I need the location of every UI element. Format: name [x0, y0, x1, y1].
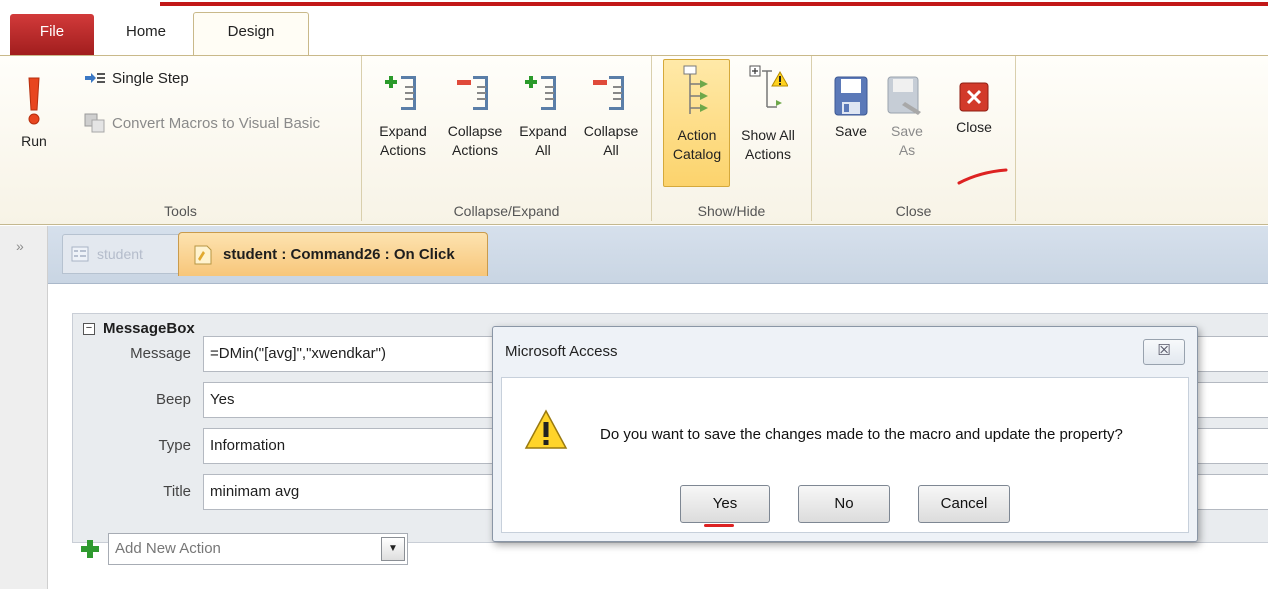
ribbon-tab-bar: File Home Design — [0, 8, 1268, 57]
expand-all-label-2: All — [535, 142, 551, 158]
save-button[interactable]: Save — [826, 76, 876, 141]
dialog-body: Do you want to save the changes made to … — [501, 377, 1189, 533]
form-icon — [71, 246, 89, 262]
red-annotation-yes — [704, 524, 734, 527]
dropdown-arrow-icon[interactable]: ▼ — [381, 537, 405, 561]
tab-file[interactable]: File — [10, 14, 94, 56]
title-stripe — [0, 0, 1268, 8]
expand-nav-icon[interactable]: » — [16, 238, 24, 254]
arg-label-type: Type — [158, 437, 191, 454]
collapse-actions-label-2: Actions — [452, 142, 498, 158]
expand-all-label-1: Expand — [519, 123, 567, 139]
group-collapse-expand: Expand Actions Collapse Actions Expand A… — [362, 56, 652, 221]
group-show-hide: Action Catalog Show All Actions Show/Hid… — [652, 56, 812, 221]
action-catalog-icon — [683, 65, 708, 114]
document-tab-bar: student student : Command26 : On Click — [48, 226, 1268, 284]
add-new-action-row: Add New Action ▼ — [80, 533, 408, 565]
collapse-actions-button[interactable]: Collapse Actions — [440, 72, 510, 160]
expand-actions-label-1: Expand — [379, 123, 427, 139]
save-label: Save — [835, 123, 867, 139]
action-catalog-button[interactable]: Action Catalog — [664, 64, 730, 164]
cancel-button[interactable]: Cancel — [918, 485, 1010, 523]
action-catalog-label-2: Catalog — [672, 146, 722, 162]
save-as-icon — [887, 76, 921, 115]
collapse-actions-icon — [457, 76, 488, 110]
macro-icon — [194, 245, 212, 264]
add-new-action-placeholder: Add New Action — [115, 540, 221, 557]
convert-macros-label: Convert Macros to Visual Basic — [112, 114, 321, 132]
tab-design[interactable]: Design — [193, 12, 309, 57]
exclamation-icon — [28, 77, 40, 125]
show-all-actions-label-1: Show All — [741, 127, 795, 143]
action-catalog-label-1: Action — [677, 127, 717, 143]
macro-action-name: MessageBox — [103, 320, 195, 337]
ribbon: Run Single Step Convert Macros to Visual… — [0, 55, 1268, 225]
red-annotation-close — [957, 168, 1008, 185]
yes-button[interactable]: Yes — [680, 485, 770, 523]
no-button[interactable]: No — [798, 485, 890, 523]
save-icon — [834, 76, 868, 116]
collapse-all-label-2: All — [603, 142, 619, 158]
group-label-tools: Tools — [164, 203, 197, 219]
group-label-close: Close — [895, 203, 932, 219]
macro-action-header: − MessageBox — [83, 320, 195, 337]
close-x-icon: ☒ — [1157, 342, 1171, 359]
expand-all-button[interactable]: Expand All — [512, 72, 574, 160]
warning-icon — [524, 409, 568, 449]
dialog-title: Microsoft Access — [505, 343, 618, 360]
dialog-close-button[interactable]: ☒ — [1143, 339, 1185, 365]
expand-actions-label-2: Actions — [380, 142, 426, 158]
expand-all-icon — [525, 76, 556, 110]
collapse-actions-label-1: Collapse — [447, 123, 503, 139]
save-as-label-1: Save — [891, 123, 923, 139]
add-plus-icon — [81, 540, 99, 558]
dialog-message: Do you want to save the changes made to … — [600, 426, 1123, 443]
doc-tab-macro-label: student : Command26 : On Click — [223, 246, 455, 263]
doc-tab-student-label: student — [97, 246, 143, 262]
collapse-all-icon — [593, 76, 624, 110]
doc-tab-student[interactable]: student — [62, 234, 186, 274]
navigation-pane-collapsed[interactable]: » — [0, 226, 48, 589]
show-all-actions-button[interactable]: Show All Actions — [732, 64, 804, 164]
save-changes-dialog: Microsoft Access ☒ Do you want to save t… — [492, 326, 1198, 542]
single-step-label: Single Step — [112, 70, 189, 87]
title-accent-line — [160, 2, 1268, 6]
expand-actions-button[interactable]: Expand Actions — [372, 72, 434, 160]
tab-home[interactable]: Home — [108, 14, 184, 50]
run-button[interactable]: Run — [14, 76, 54, 151]
doc-tab-macro[interactable]: student : Command26 : On Click — [178, 232, 488, 276]
show-all-actions-icon — [749, 65, 788, 108]
expand-actions-icon — [385, 76, 416, 110]
close-icon — [959, 82, 989, 112]
arg-label-title: Title — [163, 483, 191, 500]
arg-label-beep: Beep — [155, 391, 191, 408]
single-step-button[interactable]: Single Step — [84, 70, 189, 87]
save-as-button[interactable]: Save As — [882, 76, 932, 160]
single-step-icon — [85, 72, 105, 83]
collapse-toggle-icon[interactable]: − — [83, 322, 95, 335]
group-label-show-hide: Show/Hide — [697, 203, 766, 219]
arg-label-message: Message — [130, 345, 191, 362]
collapse-all-label-1: Collapse — [583, 123, 639, 139]
convert-macros-button[interactable]: Convert Macros to Visual Basic — [84, 113, 320, 133]
convert-vb-icon — [84, 113, 105, 133]
save-as-label-2: As — [898, 142, 916, 158]
close-label: Close — [956, 119, 992, 135]
group-close: Save Save As Close Close — [812, 56, 1016, 221]
add-new-action-combo[interactable]: Add New Action ▼ — [108, 533, 408, 565]
collapse-all-button[interactable]: Collapse All — [576, 72, 646, 160]
close-button[interactable]: Close — [946, 82, 1002, 137]
run-label: Run — [21, 133, 47, 149]
group-label-collapse-expand: Collapse/Expand — [453, 203, 560, 219]
group-tools: Run Single Step Convert Macros to Visual… — [0, 56, 362, 221]
show-all-actions-label-2: Actions — [745, 146, 791, 162]
